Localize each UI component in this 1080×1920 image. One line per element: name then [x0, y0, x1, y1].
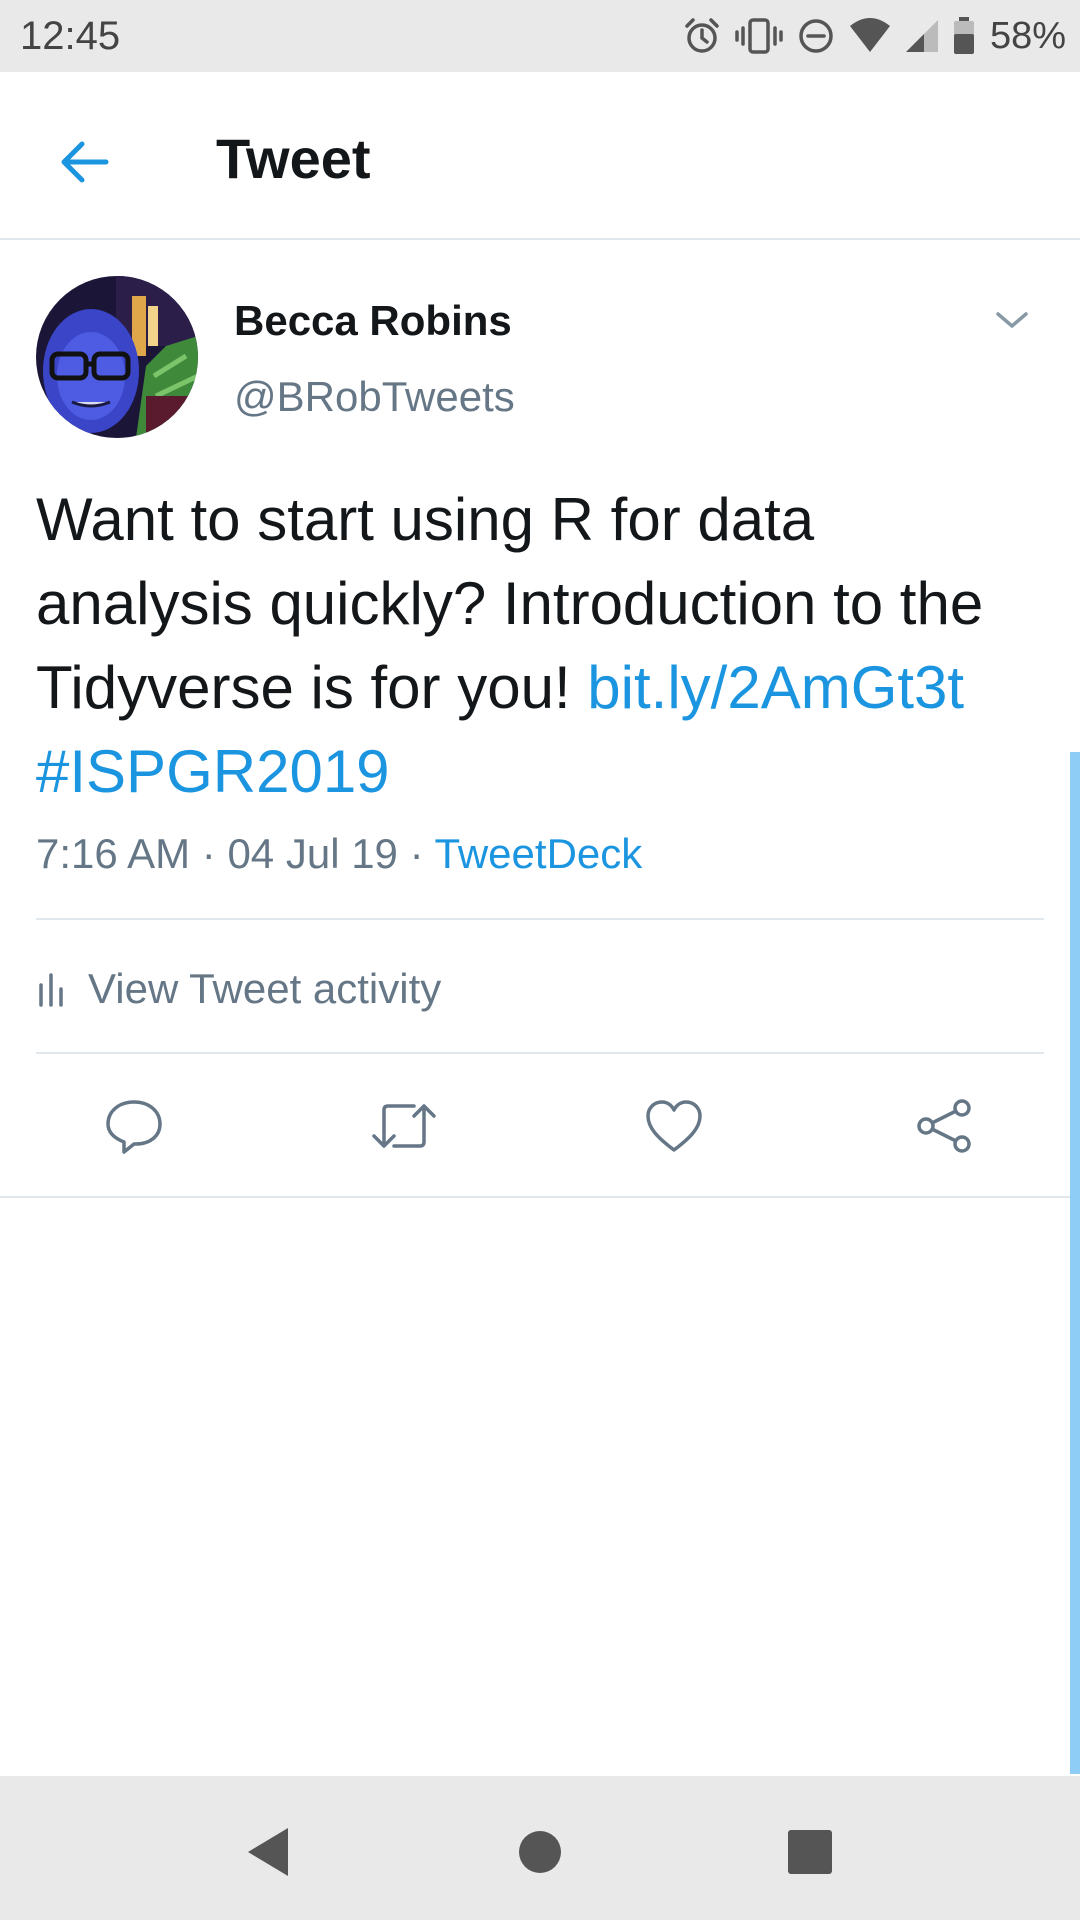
- scrollbar[interactable]: [1070, 752, 1080, 1774]
- view-tweet-activity-label: View Tweet activity: [88, 965, 442, 1012]
- back-button[interactable]: [40, 118, 128, 206]
- divider: [0, 1196, 1080, 1198]
- nav-home-button[interactable]: [504, 1816, 576, 1888]
- battery-icon: [952, 16, 976, 56]
- do-not-disturb-icon: [796, 16, 836, 56]
- retweet-button[interactable]: [362, 1084, 446, 1168]
- view-tweet-activity-button[interactable]: View Tweet activity: [36, 934, 441, 1044]
- status-bar: 12:45 58%: [0, 0, 1080, 72]
- tweet-source-link[interactable]: TweetDeck: [435, 830, 643, 877]
- share-button[interactable]: [902, 1084, 986, 1168]
- divider: [36, 1052, 1044, 1054]
- reply-icon: [106, 1100, 162, 1154]
- status-time: 12:45: [20, 14, 121, 58]
- back-arrow-icon: [61, 141, 109, 183]
- tweet-date: 04 Jul 19: [227, 830, 398, 877]
- tweet-time: 7:16 AM: [36, 830, 191, 877]
- nav-recents-button[interactable]: [774, 1816, 846, 1888]
- meta-separator: ·: [409, 830, 424, 877]
- nav-back-button[interactable]: [232, 1816, 304, 1888]
- cell-signal-icon: [904, 16, 940, 56]
- share-icon: [917, 1099, 971, 1153]
- tweet-link[interactable]: bit.ly/2AmGt3t: [587, 654, 964, 721]
- status-icons: 58%: [670, 10, 1066, 62]
- tweet-text: Want to start using R for data analysis …: [36, 478, 1026, 814]
- divider: [36, 918, 1044, 920]
- like-icon: [646, 1100, 702, 1152]
- author-name[interactable]: Becca Robins: [234, 296, 512, 346]
- author-handle[interactable]: @BRobTweets: [234, 372, 515, 422]
- tweet-timestamp: 7:16 AM · 04 Jul 19 · TweetDeck: [36, 826, 642, 882]
- avatar[interactable]: [36, 276, 198, 438]
- tweet-hashtag[interactable]: #ISPGR2019: [36, 738, 390, 805]
- nav-back-icon: [248, 1828, 288, 1876]
- battery-percent: 58%: [989, 14, 1066, 57]
- nav-home-icon: [519, 1831, 561, 1873]
- system-nav-bar: [0, 1776, 1080, 1920]
- chevron-down-icon: [996, 312, 1028, 328]
- profile-photo: [36, 276, 198, 438]
- app-bar: Tweet: [0, 72, 1080, 240]
- nav-recents-icon: [788, 1830, 832, 1874]
- reply-button[interactable]: [92, 1084, 176, 1168]
- like-button[interactable]: [632, 1084, 716, 1168]
- retweet-icon: [372, 1104, 436, 1148]
- alarm-icon: [682, 16, 722, 56]
- meta-separator: ·: [201, 830, 216, 877]
- tweet-options-button[interactable]: [984, 300, 1040, 340]
- wifi-icon: [848, 16, 892, 56]
- page-title: Tweet: [216, 127, 371, 190]
- tweet-actions: [0, 1056, 1080, 1194]
- vibrate-icon: [734, 16, 784, 56]
- bar-chart-icon: [39, 973, 63, 1007]
